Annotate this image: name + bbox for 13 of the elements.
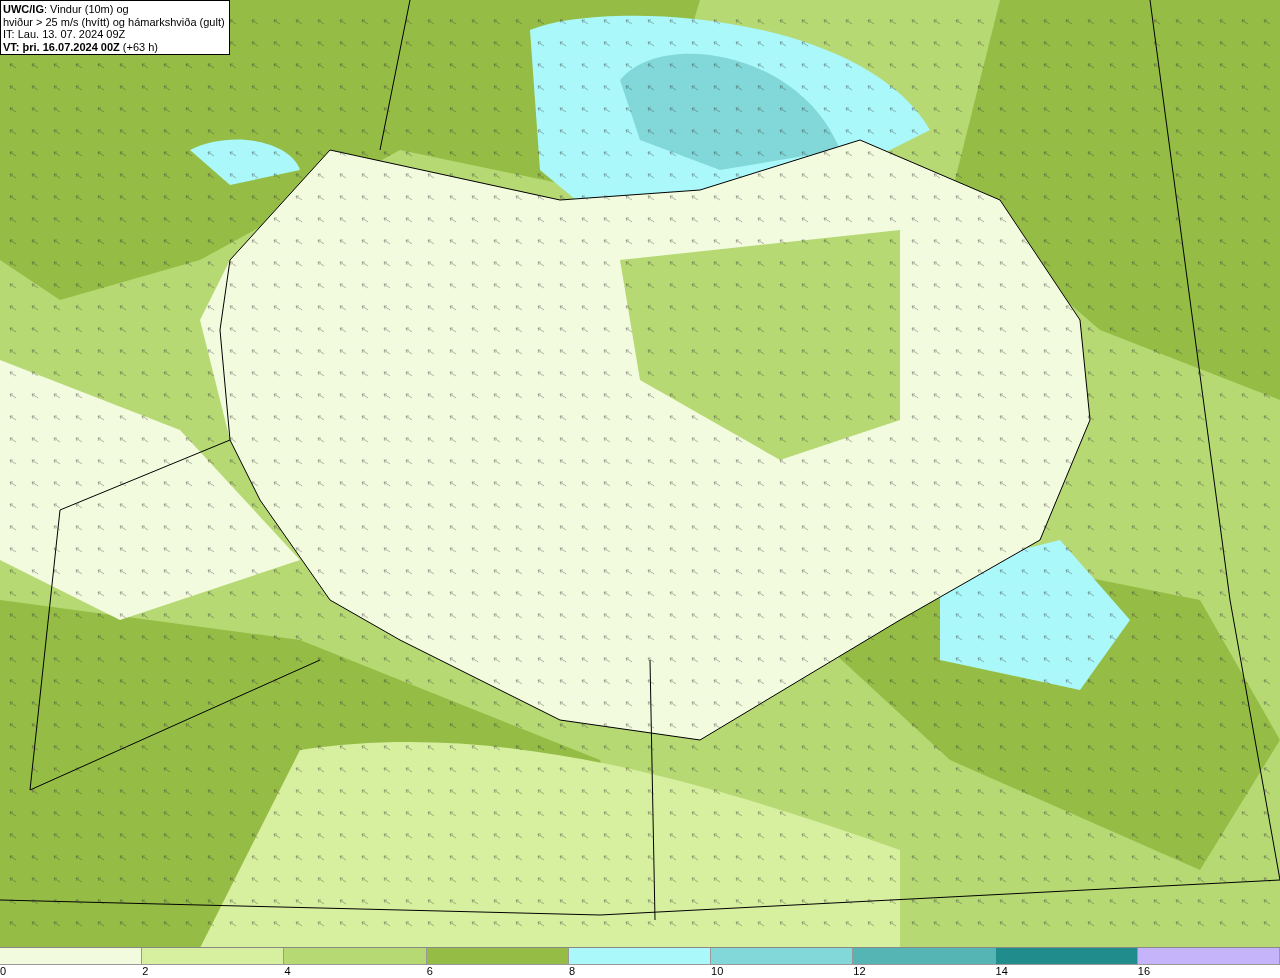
legend-label: 14 xyxy=(995,965,1008,978)
legend-label: 4 xyxy=(284,965,291,978)
legend-label: 2 xyxy=(142,965,149,978)
legend-label: 10 xyxy=(711,965,724,978)
legend-label: 16 xyxy=(1137,965,1150,978)
legend-label: 6 xyxy=(426,965,433,978)
title-line: IT: Lau. 13. 07. 2024 09Z xyxy=(3,28,127,41)
title-line: hviður > 25 m/s (hvítt) og hámarkshviða (gult) xyxy=(3,15,225,28)
legend-label: 0 xyxy=(0,965,7,978)
legend-label: 12 xyxy=(853,965,866,978)
title-line: UWC/IG: Vindur (10m) og xyxy=(3,3,130,16)
legend-label: 8 xyxy=(568,965,575,978)
title-line: VT: þri. 16.07.2024 00Z (+63 h) xyxy=(3,40,159,53)
